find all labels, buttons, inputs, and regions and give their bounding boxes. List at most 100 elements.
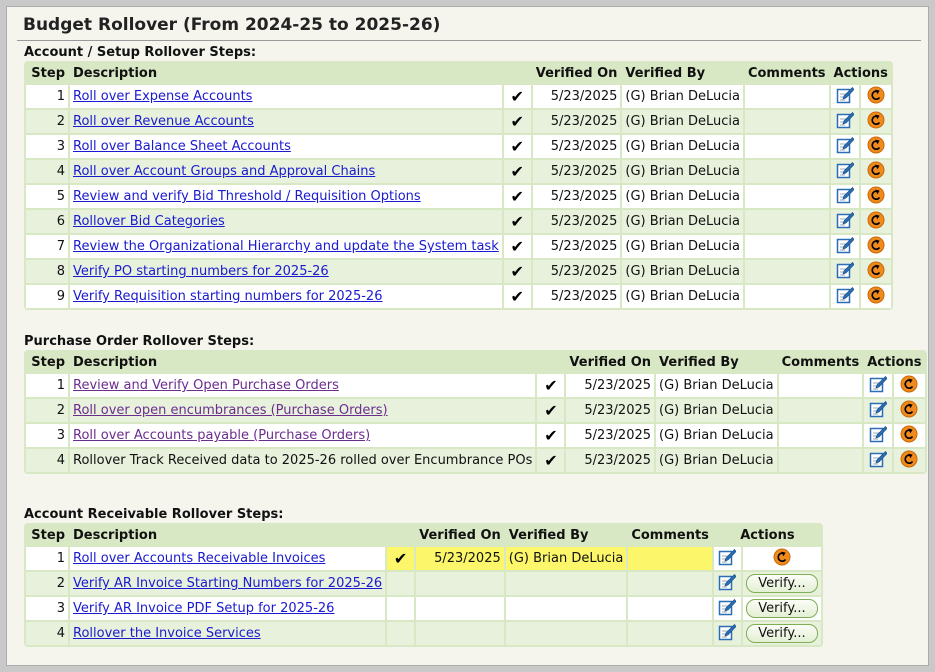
step-number: 2 xyxy=(26,572,68,595)
edit-cell xyxy=(713,572,741,595)
description-cell: Roll over Accounts payable (Purchase Ord… xyxy=(70,424,536,447)
edit-icon[interactable] xyxy=(836,211,855,233)
description-cell: Review the Organizational Hierarchy and … xyxy=(70,235,502,258)
undo-icon[interactable] xyxy=(900,375,918,397)
edit-icon[interactable] xyxy=(718,623,737,645)
page-title: Budget Rollover (From 2024-25 to 2025-26… xyxy=(23,15,441,35)
undo-icon[interactable] xyxy=(867,136,885,158)
edit-icon[interactable] xyxy=(869,450,888,472)
step-link[interactable]: Rollover the Invoice Services xyxy=(73,626,261,641)
undo-icon[interactable] xyxy=(900,400,918,422)
step-link[interactable]: Rollover Bid Categories xyxy=(73,214,225,229)
title-divider xyxy=(17,40,921,41)
edit-cell xyxy=(830,160,859,183)
verified-on-cell xyxy=(416,572,504,595)
step-number: 4 xyxy=(26,160,68,183)
edit-icon[interactable] xyxy=(869,375,888,397)
table-row: 2 Roll over Revenue Accounts ✔ 5/23/2025 (G)… xyxy=(26,110,891,133)
edit-icon[interactable] xyxy=(836,286,855,308)
description-cell: Verify AR Invoice Starting Numbers for 2… xyxy=(70,572,386,595)
check-icon: ✔ xyxy=(510,262,524,281)
edit-icon[interactable] xyxy=(836,186,855,208)
verify-button[interactable]: Verify... xyxy=(745,599,818,618)
edit-icon[interactable] xyxy=(718,598,737,620)
step-link[interactable]: Verify Requisition starting numbers for … xyxy=(73,289,382,304)
verified-on-cell: 5/23/2025 xyxy=(566,399,655,422)
account-setup-section: Account / Setup Rollover Steps: Step Desc… xyxy=(24,45,893,310)
edit-icon[interactable] xyxy=(836,136,855,158)
verified-by-cell: (G) Brian DeLucia xyxy=(622,135,743,158)
step-number: 7 xyxy=(26,235,68,258)
step-link[interactable]: Review the Organizational Hierarchy and … xyxy=(73,239,499,254)
undo-icon[interactable] xyxy=(867,161,885,183)
action-cell xyxy=(860,135,891,158)
verified-on-cell: 5/23/2025 xyxy=(532,135,621,158)
verified-on-cell xyxy=(416,597,504,620)
actions-header: Actions xyxy=(740,527,795,543)
check-icon: ✔ xyxy=(510,162,524,181)
check-icon: ✔ xyxy=(544,426,558,445)
step-link[interactable]: Verify AR Invoice PDF Setup for 2025-26 xyxy=(73,601,334,616)
comments-cell xyxy=(628,572,712,595)
verified-by-cell: (G) Brian DeLucia xyxy=(622,85,743,108)
edit-icon[interactable] xyxy=(869,400,888,422)
verified-by-cell: (G) Brian DeLucia xyxy=(656,399,777,422)
check-icon: ✔ xyxy=(544,401,558,420)
step-link[interactable]: Verify PO starting numbers for 2025-26 xyxy=(73,264,329,279)
verify-button[interactable]: Verify... xyxy=(745,624,818,643)
edit-cell xyxy=(713,622,741,645)
check-icon: ✔ xyxy=(544,376,558,395)
edit-icon[interactable] xyxy=(836,261,855,283)
edit-icon[interactable] xyxy=(718,573,737,595)
undo-icon[interactable] xyxy=(867,286,885,308)
step-link[interactable]: Roll over Accounts payable (Purchase Ord… xyxy=(73,428,370,443)
comments-cell xyxy=(744,260,829,283)
undo-icon[interactable] xyxy=(900,425,918,447)
check-icon: ✔ xyxy=(510,87,524,106)
edit-icon[interactable] xyxy=(718,548,737,570)
step-link[interactable]: Roll over Balance Sheet Accounts xyxy=(73,139,291,154)
undo-icon[interactable] xyxy=(867,111,885,133)
edit-icon[interactable] xyxy=(836,86,855,108)
edit-cell xyxy=(713,547,741,570)
action-cell xyxy=(742,547,821,570)
step-number: 4 xyxy=(26,622,68,645)
undo-icon[interactable] xyxy=(867,211,885,233)
undo-icon[interactable] xyxy=(867,86,885,108)
step-link[interactable]: Review and verify Bid Threshold / Requis… xyxy=(73,189,421,204)
verified-on-cell: 5/23/2025 xyxy=(532,160,621,183)
verified-check-cell: ✔ xyxy=(503,85,531,108)
actions-header: Actions xyxy=(833,65,888,81)
undo-icon[interactable] xyxy=(773,548,791,570)
edit-icon[interactable] xyxy=(836,161,855,183)
check-header xyxy=(504,63,531,83)
edit-cell xyxy=(830,210,859,233)
step-link[interactable]: Roll over open encumbrances (Purchase Or… xyxy=(73,403,388,418)
step-link[interactable]: Roll over Revenue Accounts xyxy=(73,114,254,129)
verified-check-cell: ✔ xyxy=(537,424,565,447)
undo-icon[interactable] xyxy=(867,261,885,283)
verified-check-cell xyxy=(387,597,415,620)
step-link[interactable]: Roll over Expense Accounts xyxy=(73,89,252,104)
step-number: 1 xyxy=(26,85,68,108)
step-link[interactable]: Roll over Account Groups and Approval Ch… xyxy=(73,164,375,179)
edit-icon[interactable] xyxy=(869,425,888,447)
description-cell: Roll over Balance Sheet Accounts xyxy=(70,135,502,158)
step-link[interactable]: Review and Verify Open Purchase Orders xyxy=(73,378,339,393)
step-link[interactable]: Roll over Accounts Receivable Invoices xyxy=(73,551,325,566)
description-cell: Rollover Track Received data to 2025-26 … xyxy=(70,449,536,472)
verified-by-cell: (G) Brian DeLucia xyxy=(656,424,777,447)
step-link[interactable]: Verify AR Invoice Starting Numbers for 2… xyxy=(73,576,382,591)
verify-button[interactable]: Verify... xyxy=(745,574,818,593)
comments-cell xyxy=(744,210,829,233)
undo-icon[interactable] xyxy=(867,186,885,208)
verified-on-cell: 5/23/2025 xyxy=(416,547,504,570)
undo-icon[interactable] xyxy=(867,236,885,258)
edit-icon[interactable] xyxy=(836,111,855,133)
verified-on-header: Verified On xyxy=(535,65,618,81)
edit-cell xyxy=(830,235,859,258)
verified-by-cell: (G) Brian DeLucia xyxy=(656,449,777,472)
table-row: 9 Verify Requisition starting numbers for… xyxy=(26,285,891,308)
edit-icon[interactable] xyxy=(836,236,855,258)
undo-icon[interactable] xyxy=(900,450,918,472)
